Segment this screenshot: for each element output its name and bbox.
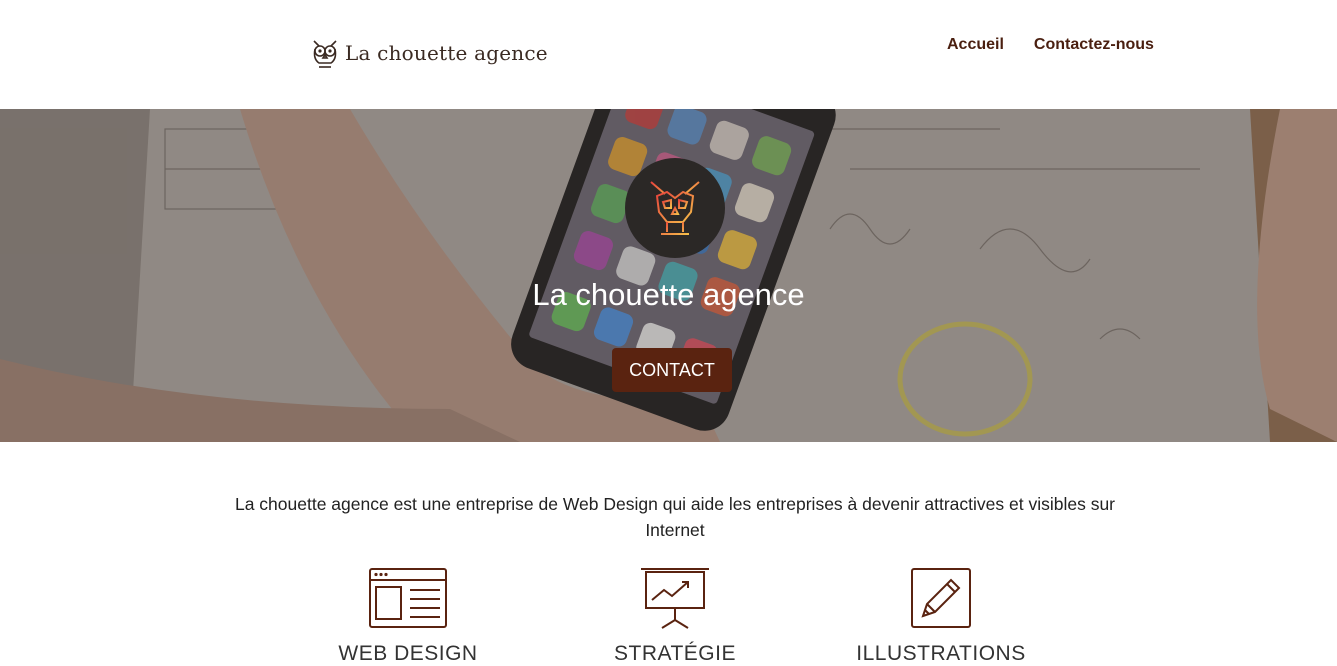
site-header: La chouette agence Accueil Contactez-nou… bbox=[0, 0, 1337, 109]
main-nav: Accueil Contactez-nous bbox=[947, 36, 1154, 54]
hero-banner: La chouette agence CONTACT bbox=[0, 109, 1337, 442]
site-logo[interactable]: La chouette agence bbox=[309, 34, 548, 72]
nav-link-contact[interactable]: Contactez-nous bbox=[1034, 36, 1154, 54]
logo-text: La chouette agence bbox=[345, 41, 548, 65]
strategy-chart-icon bbox=[641, 568, 709, 629]
web-design-icon bbox=[369, 568, 447, 628]
service-title: ILLUSTRATIONS bbox=[856, 642, 1026, 665]
pencil-icon bbox=[911, 568, 971, 628]
service-web-design: WEB DESIGN bbox=[308, 566, 508, 666]
intro-text: La chouette agence est une entreprise de… bbox=[234, 494, 1116, 540]
hero-owl-badge bbox=[625, 158, 725, 258]
service-title: WEB DESIGN bbox=[338, 642, 478, 665]
hero-title: La chouette agence bbox=[532, 277, 805, 312]
owl-gradient-icon bbox=[650, 181, 700, 235]
nav-link-accueil[interactable]: Accueil bbox=[947, 36, 1004, 54]
service-title: STRATÉGIE bbox=[614, 642, 736, 665]
service-illustrations: ILLUSTRATIONS bbox=[841, 566, 1041, 666]
service-strategie: STRATÉGIE bbox=[575, 566, 775, 666]
contact-button[interactable]: CONTACT bbox=[612, 348, 732, 392]
owl-logo-icon bbox=[313, 40, 337, 68]
